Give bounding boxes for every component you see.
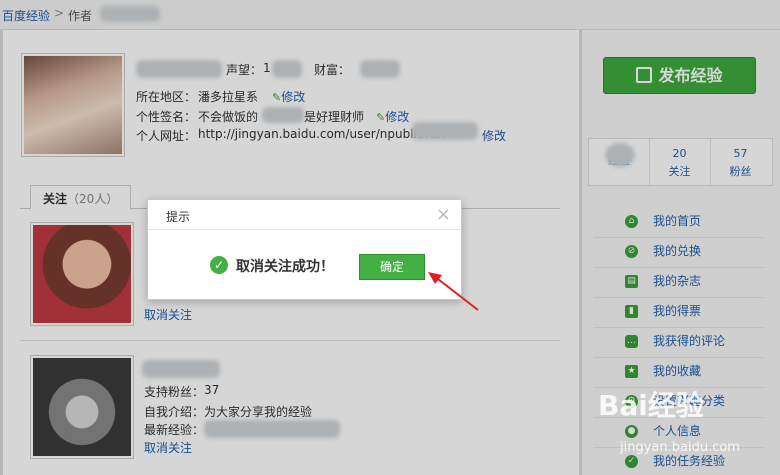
dialog-title: 提示	[166, 210, 191, 224]
confirm-dialog: 提示 × ✓ 取消关注成功！ 确定	[147, 199, 462, 300]
confirm-button[interactable]: 确定	[359, 254, 425, 280]
watermark-url: jingyan.baidu.com	[620, 440, 740, 455]
success-check-icon: ✓	[210, 256, 228, 274]
annotation-arrow	[428, 272, 479, 311]
baidu-watermark-logo: Bai经验	[598, 389, 704, 422]
close-icon[interactable]: ×	[436, 204, 451, 225]
dialog-message: 取消关注成功！	[236, 259, 334, 275]
dialog-header: 提示 ×	[148, 200, 461, 230]
